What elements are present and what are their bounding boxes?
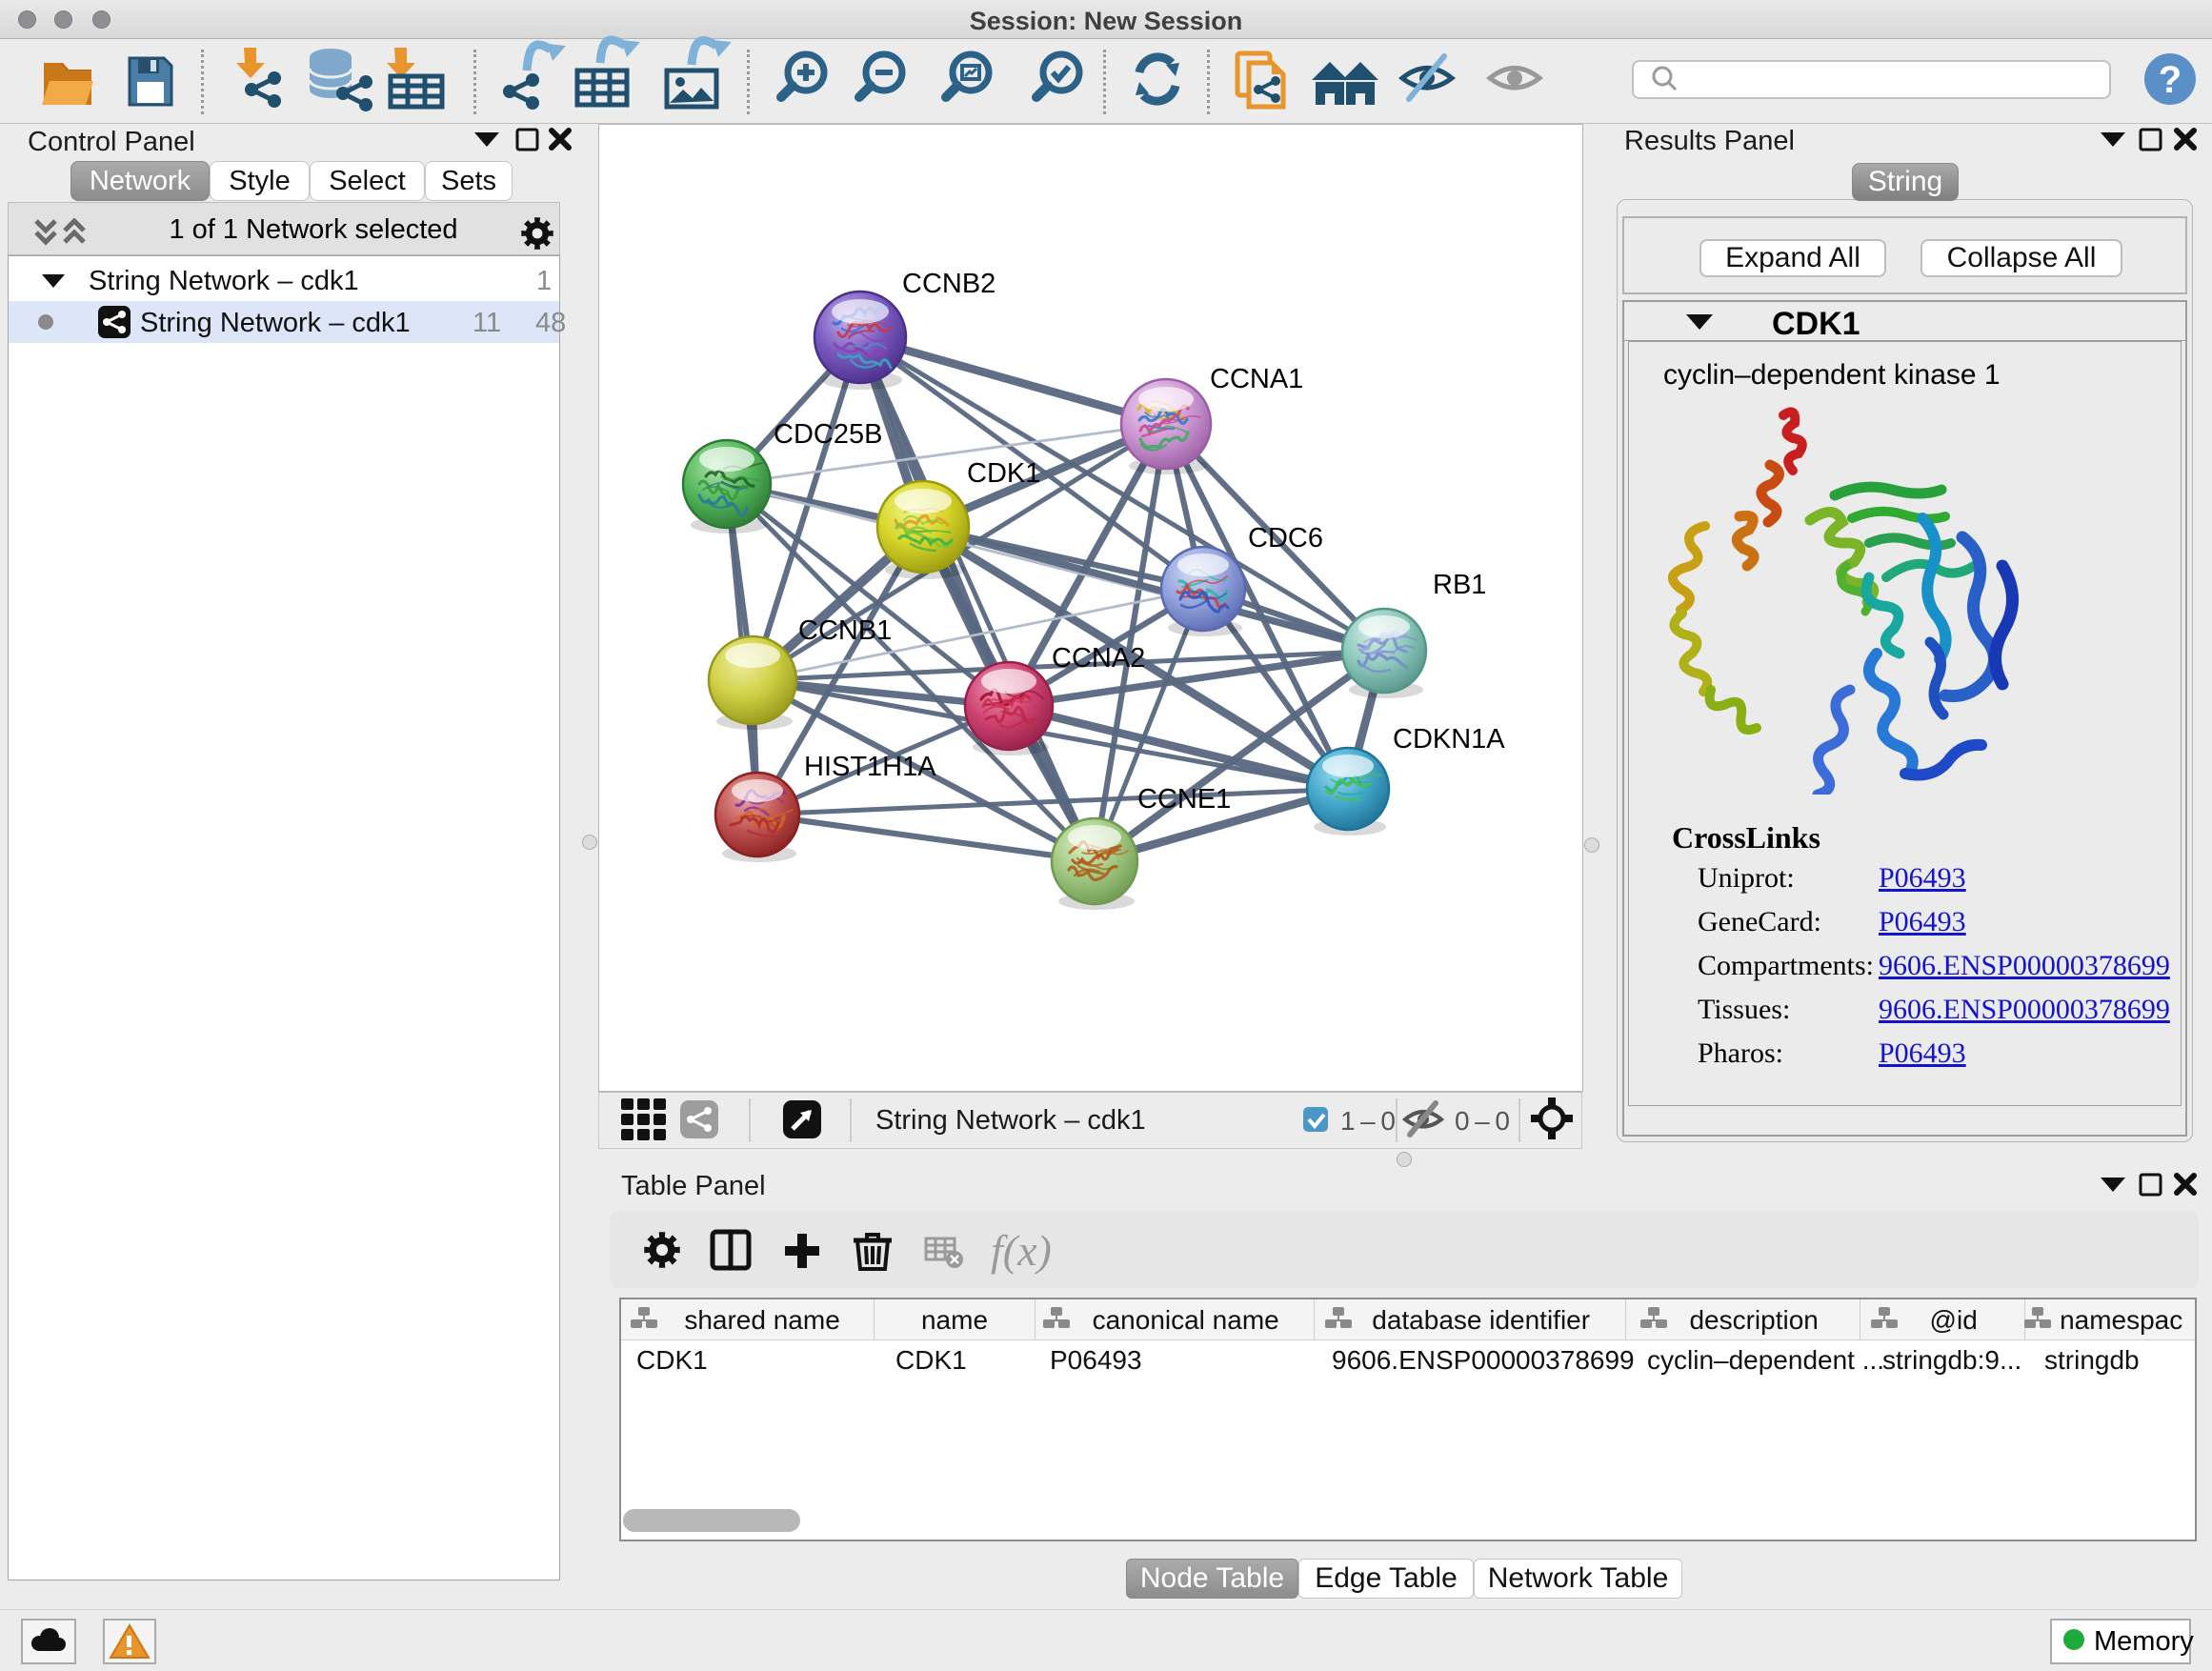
svg-text:HIST1H1A: HIST1H1A	[804, 752, 936, 782]
svg-text:CDK1: CDK1	[967, 458, 1040, 489]
svg-text:CCNB1: CCNB1	[798, 615, 892, 646]
svg-text:CCNA2: CCNA2	[1052, 643, 1145, 674]
svg-text:CCNA1: CCNA1	[1210, 364, 1303, 394]
svg-text:CDKN1A: CDKN1A	[1393, 724, 1505, 755]
svg-text:RB1: RB1	[1433, 570, 1486, 600]
svg-text:CDC25B: CDC25B	[774, 419, 882, 450]
svg-text:CCNB2: CCNB2	[902, 269, 995, 299]
svg-text:CDC6: CDC6	[1248, 523, 1323, 554]
svg-text:CCNE1: CCNE1	[1137, 784, 1231, 815]
